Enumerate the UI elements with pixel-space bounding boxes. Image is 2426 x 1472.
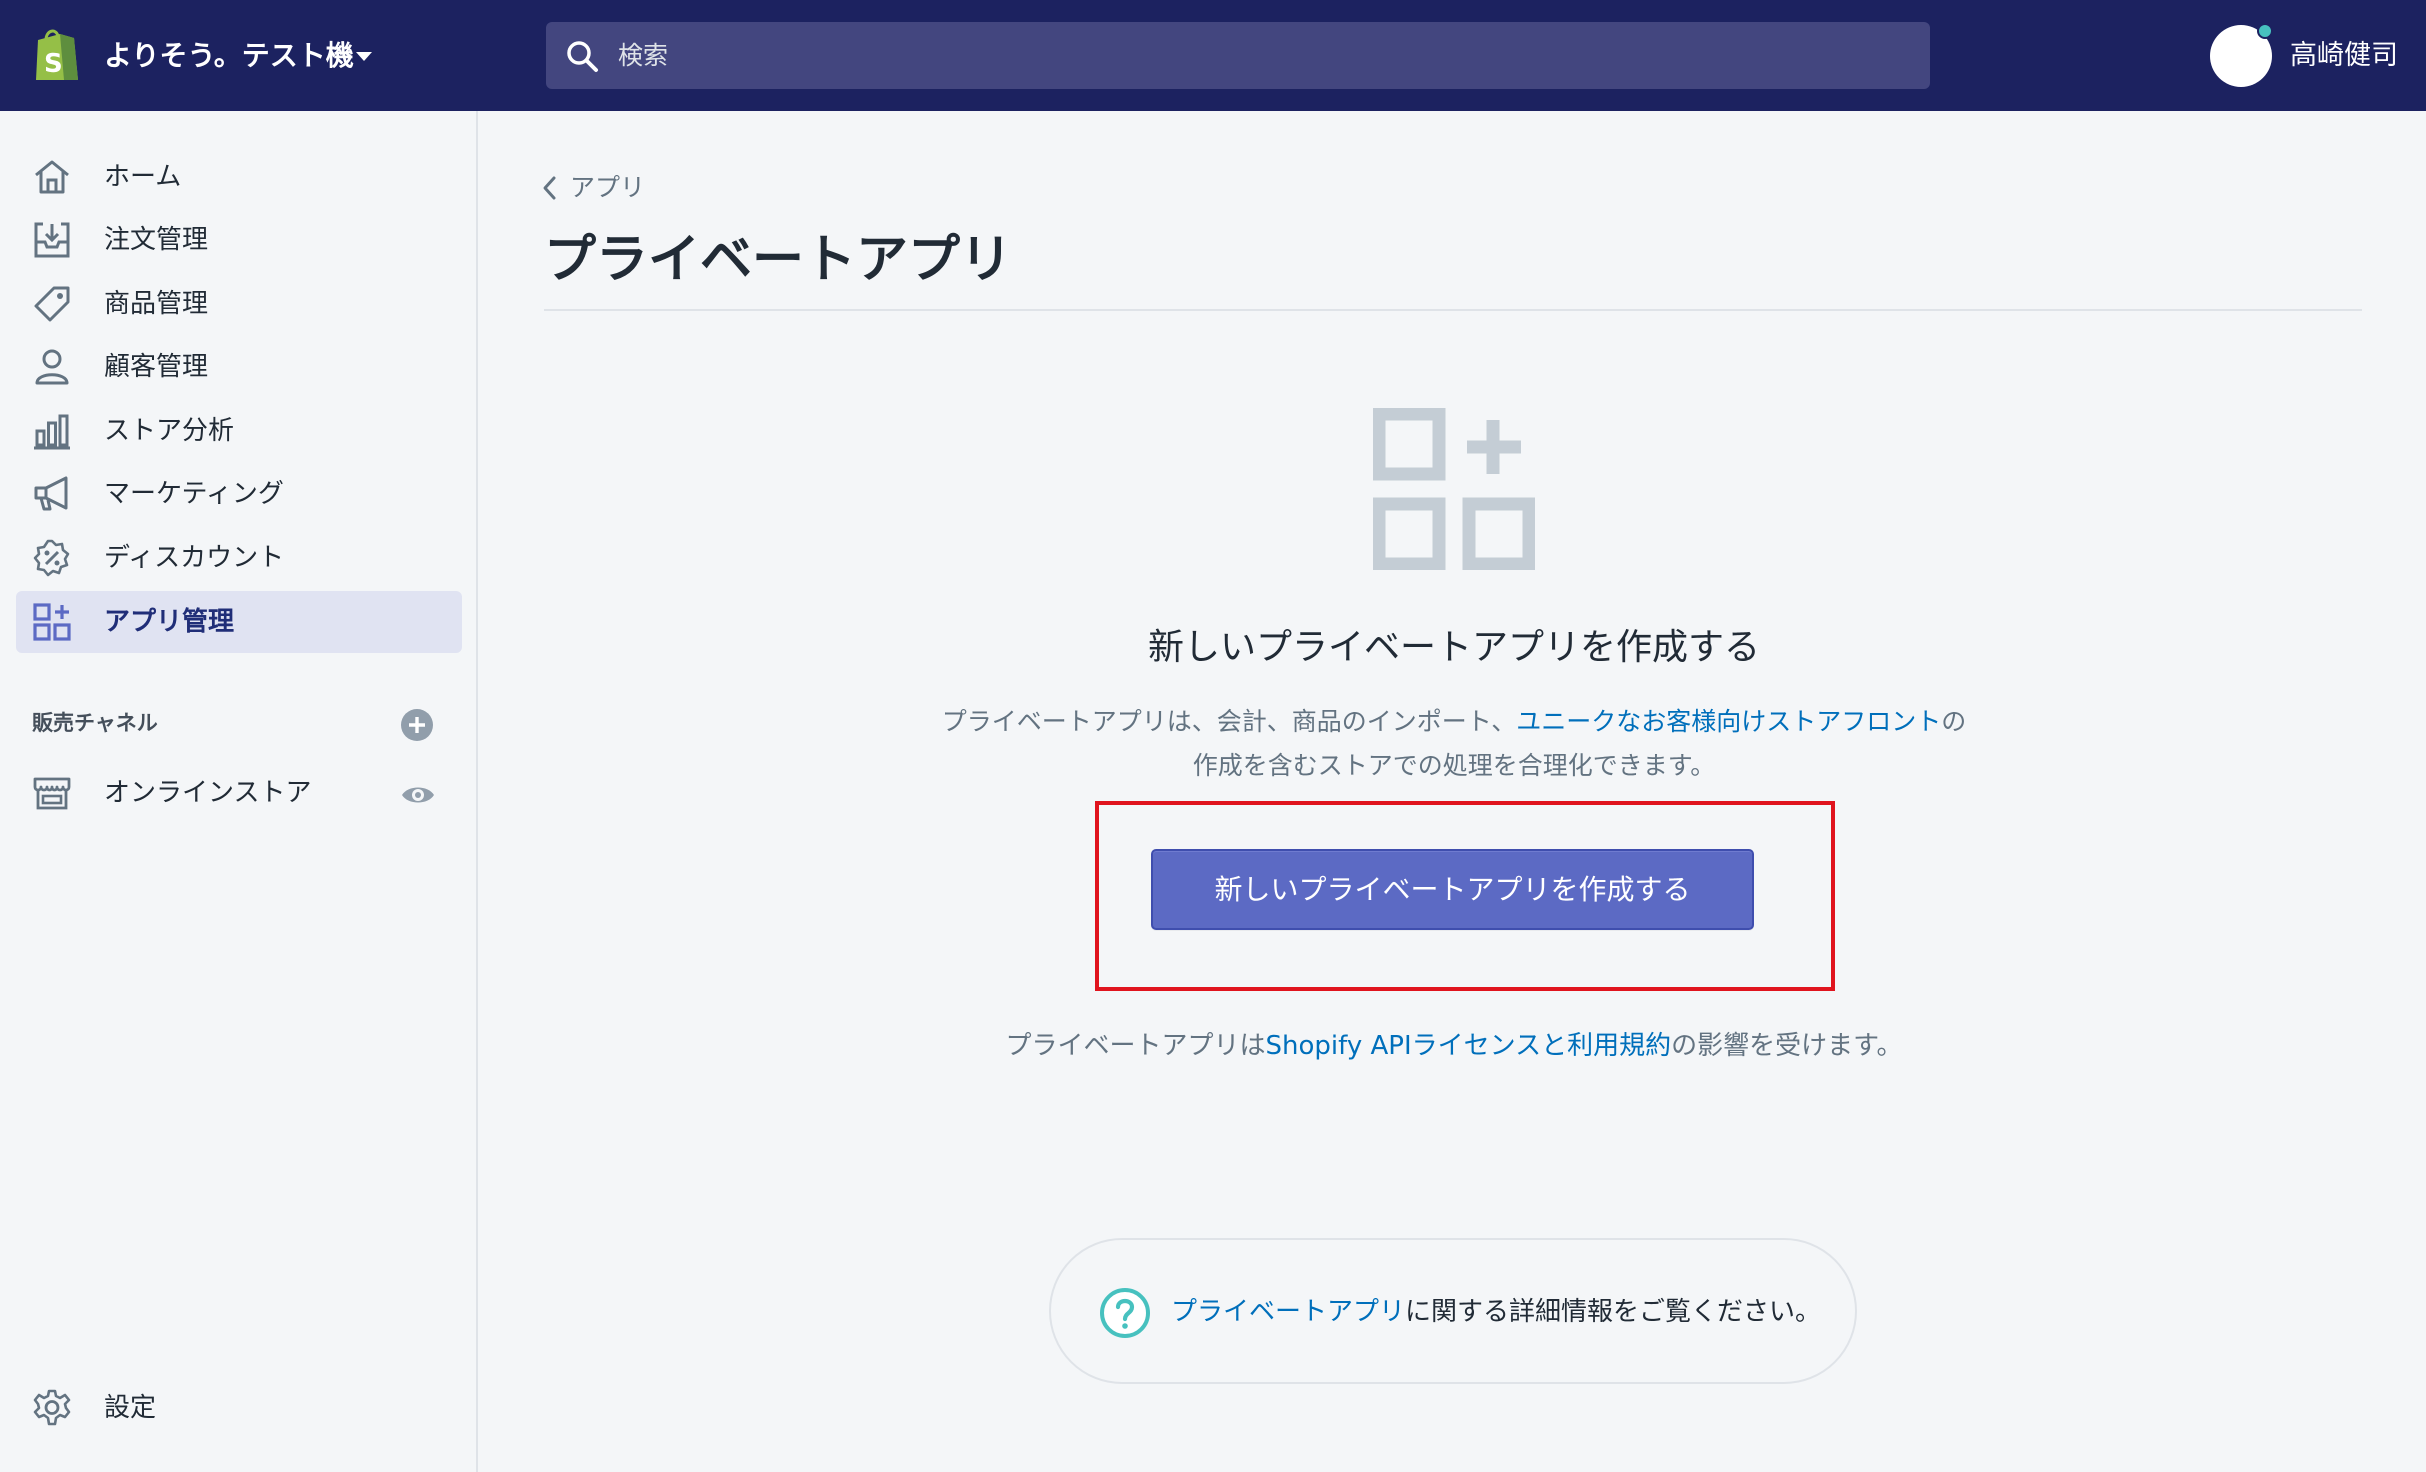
sidebar-item-label: アプリ管理 [104,607,235,637]
sidebar-item-label: マーケティング [104,479,284,509]
home-icon [35,160,69,194]
gear-icon [33,1389,71,1426]
orders-icon [34,222,70,258]
sidebar-item-label: 注文管理 [104,225,209,255]
sidebar-item-analytics[interactable]: ストア分析 [16,400,462,462]
sidebar-item-customers[interactable]: 顧客管理 [16,336,462,398]
question-circle-icon [1100,1288,1150,1338]
apps-icon [33,603,71,641]
customer-icon [35,349,69,385]
sidebar-item-apps[interactable]: アプリ管理 [16,591,462,653]
user-menu[interactable]: 高崎健司 [2290,36,2398,76]
sidebar-item-home[interactable]: ホーム [16,146,462,208]
empty-state-description: プライベートアプリは、会計、商品のインポート、ユニークなお客様向けストアフロント… [844,700,2064,788]
empty-state-heading: 新しいプライベートアプリを作成する [1147,627,1760,668]
caret-down-icon[interactable] [352,44,376,68]
chevron-left-icon [543,176,556,200]
megaphone-icon [34,476,68,511]
sidebar-item-products[interactable]: 商品管理 [16,273,462,335]
sidebar-item-marketing[interactable]: マーケティング [16,463,462,525]
sidebar-item-settings[interactable]: 設定 [16,1377,462,1439]
store-switcher[interactable]: よりそう。テスト機 [104,36,354,76]
eye-icon[interactable] [400,777,436,813]
sidebar-item-label: 顧客管理 [104,352,209,382]
description-text: 作成を含むストアでの処理を合理化できます。 [1192,751,1716,780]
discount-icon [33,539,70,577]
private-app-help-link[interactable]: プライベートアプリ [1171,1297,1405,1327]
title-divider [544,309,2362,311]
sidebar-item-label: 商品管理 [104,289,209,319]
apps-empty-state-icon [1373,408,1535,570]
description-text: プライベートアプリは、会計、商品のインポート、 [941,707,1517,736]
analytics-icon [34,414,70,450]
sidebar-item-label: ホーム [104,162,182,192]
notification-dot [2257,23,2273,39]
search-bar[interactable] [546,22,1930,89]
sidebar-item-label: オンラインストア [104,778,312,808]
sidebar-item-orders[interactable]: 注文管理 [16,209,462,271]
help-footer: プライベートアプリに関する詳細情報をご覧ください。 [1049,1238,1857,1384]
top-bar: S よりそう。テスト機 高崎健司 [0,0,2426,111]
sidebar-item-label: ストア分析 [104,416,235,446]
page-title: プライベートアプリ [544,230,1013,290]
unique-storefront-link[interactable]: ユニークなお客様向けストアフロント [1516,707,1941,736]
breadcrumb-label: アプリ [570,173,646,202]
description-text: の [1941,707,1967,736]
help-text: プライベートアプリに関する詳細情報をご覧ください。 [1171,1290,1821,1334]
sales-channels-heading: 販売チャネル [32,711,158,735]
sidebar-item-label: ディスカウント [104,543,285,573]
search-input[interactable] [618,22,1908,89]
terms-notice: プライベートアプリはShopify APIライセンスと利用規約の影響を受けます。 [844,1024,2064,1068]
search-icon [567,41,598,72]
help-text-suffix: に関する詳細情報をご覧ください。 [1405,1297,1822,1327]
svg-text:S: S [44,49,63,79]
add-circle-icon[interactable] [400,708,434,742]
sidebar-item-discounts[interactable]: ディスカウント [16,527,462,589]
tag-icon [34,286,70,322]
sidebar-item-label: 設定 [104,1393,157,1423]
sidebar-item-online-store[interactable]: オンラインストア [16,762,462,824]
api-license-link[interactable]: Shopify APIライセンスと利用規約 [1266,1031,1672,1061]
create-private-app-button[interactable]: 新しいプライベートアプリを作成する [1151,849,1754,930]
sidebar: ホーム 注文管理 商品管理 顧客管理 ストア分析 マーケティング ディスカウント… [0,111,478,1472]
shopify-logo-icon[interactable]: S [30,26,82,84]
breadcrumb[interactable]: アプリ [540,170,645,206]
terms-text: プライベートアプリは [1005,1031,1266,1061]
terms-text: の影響を受けます。 [1671,1031,1903,1061]
store-icon [33,777,71,810]
